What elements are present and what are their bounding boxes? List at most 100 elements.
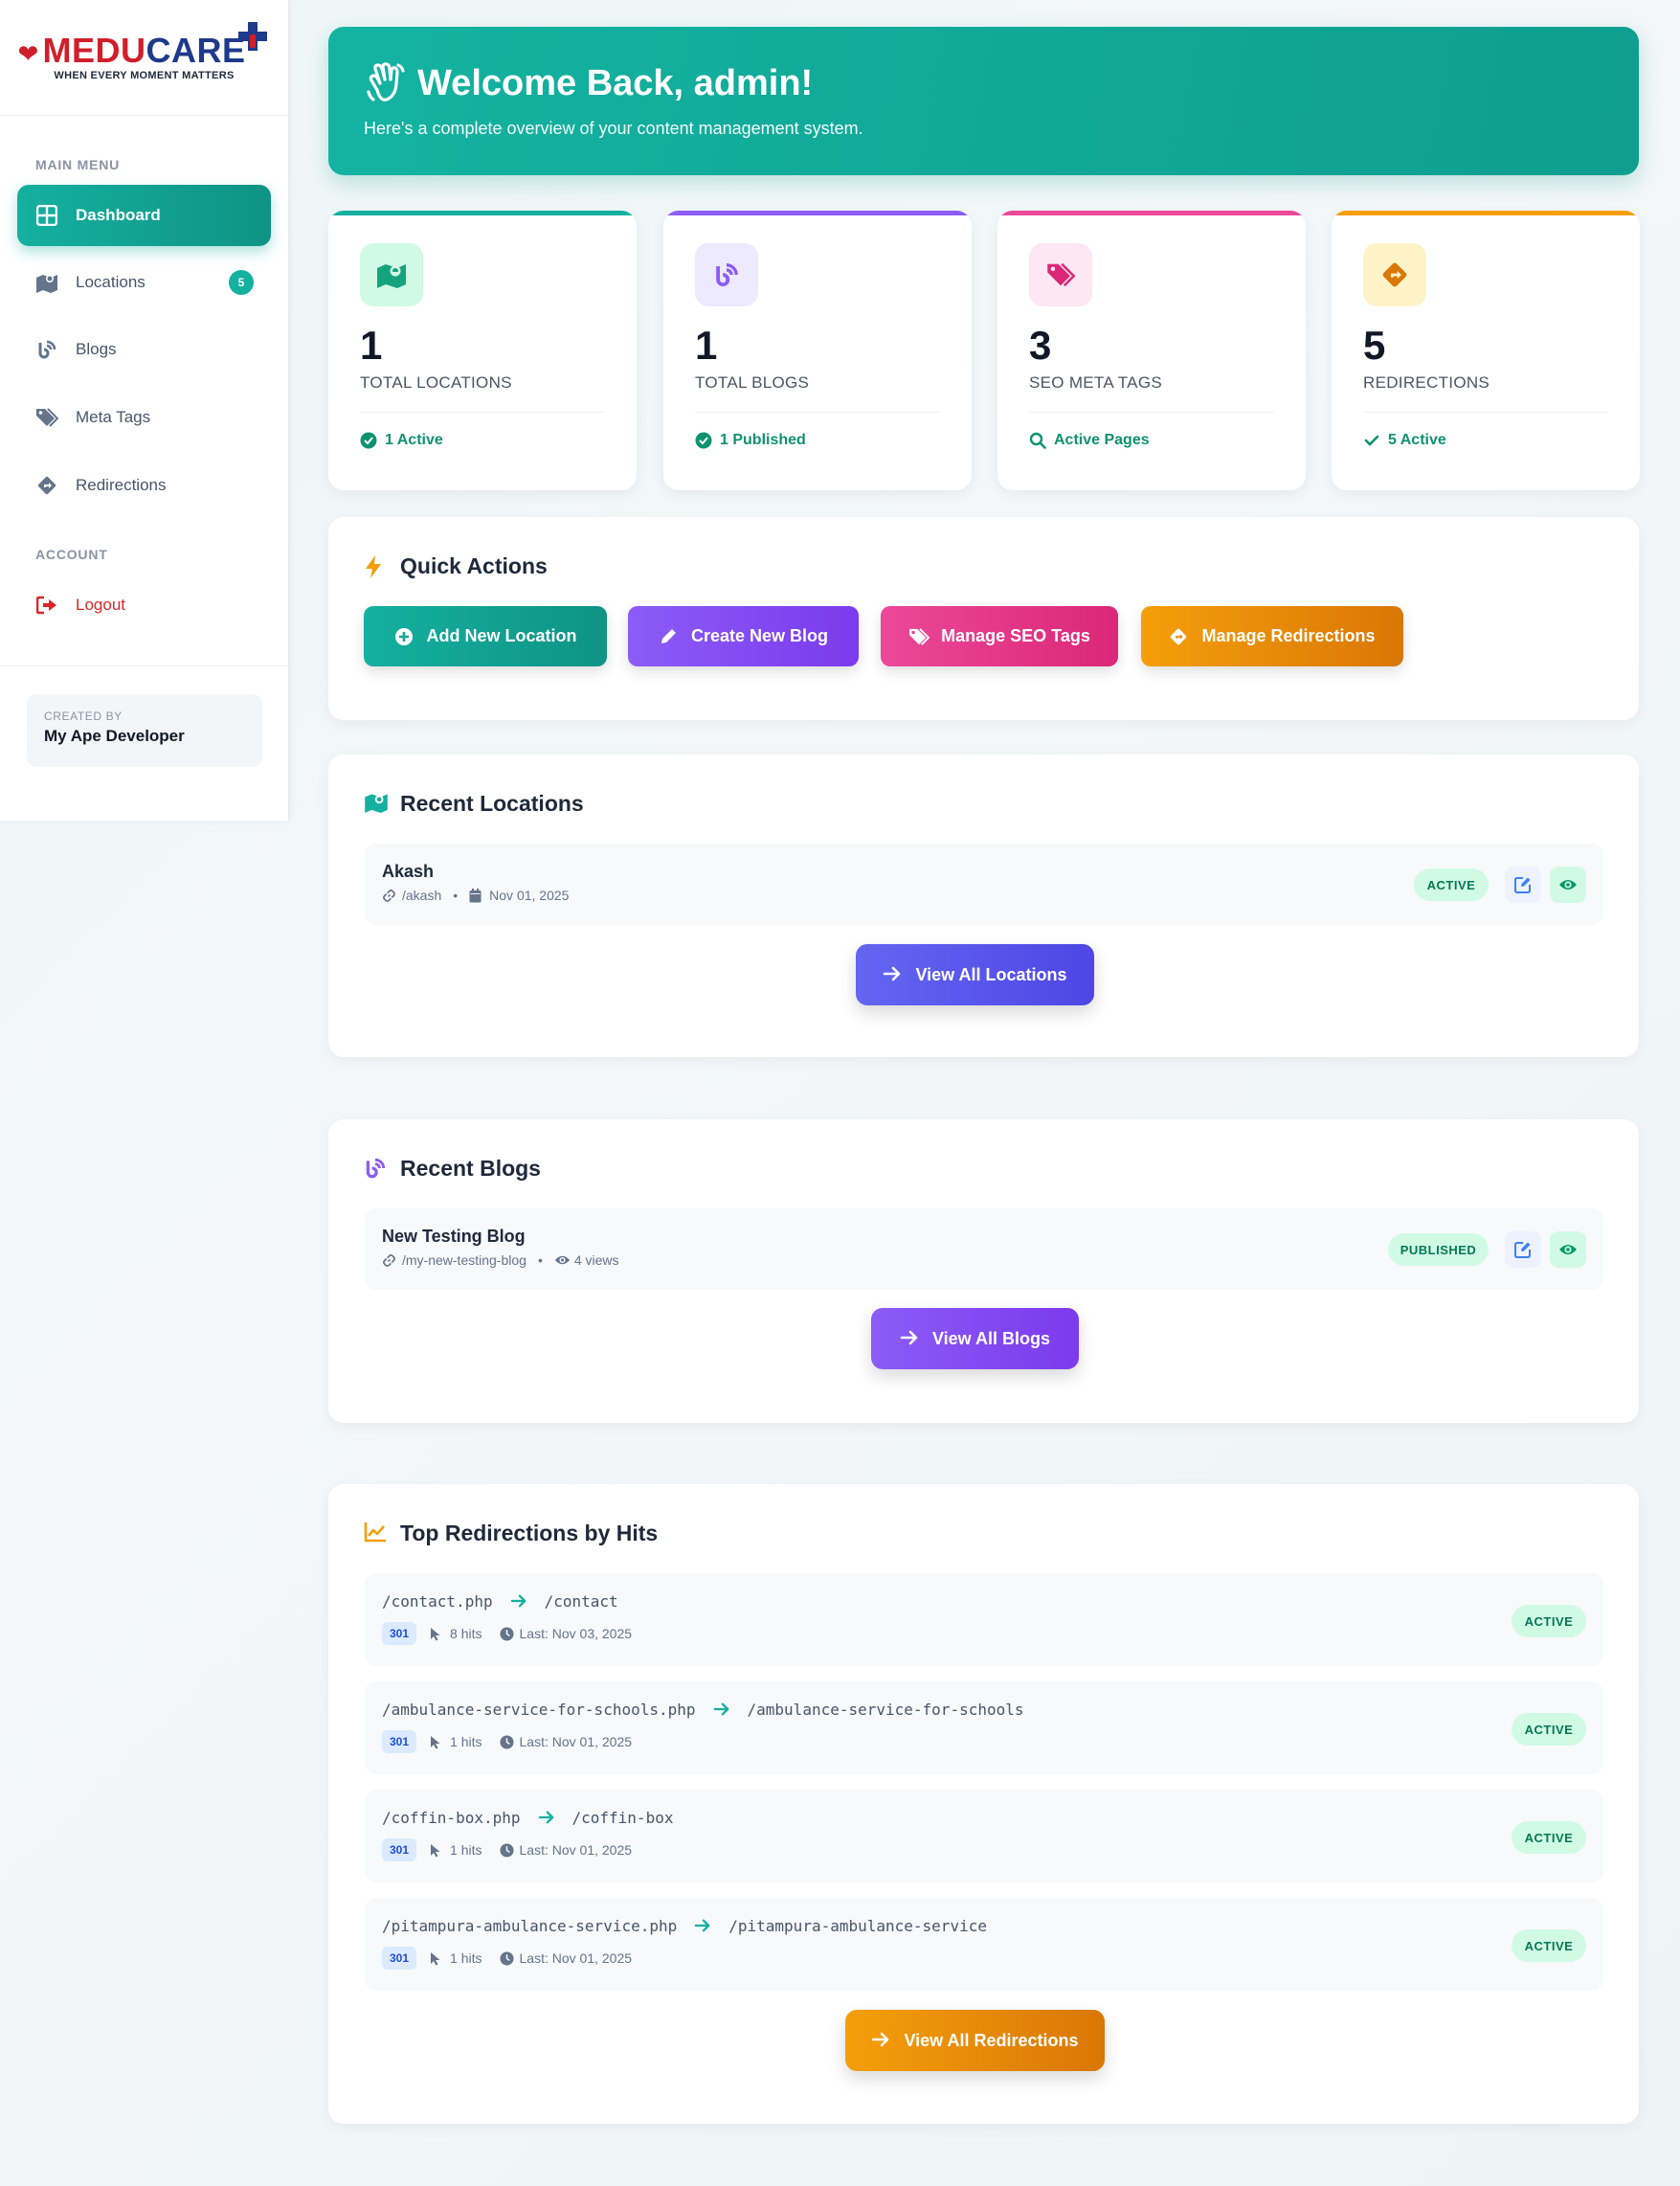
divider (1363, 412, 1608, 413)
status-badge: ACTIVE (1512, 1929, 1586, 1962)
sidebar-divider (0, 665, 289, 666)
separator-dot: • (537, 1252, 543, 1268)
locations-count-badge: 5 (229, 270, 254, 295)
sidebar-item-dashboard[interactable]: Dashboard (17, 185, 271, 246)
redirect-meta: 301 1 hits Last: Nov 01, 2025 (382, 1838, 632, 1861)
welcome-heading: Welcome Back, admin! (364, 61, 1603, 105)
stat-card-redirections: 5 REDIRECTIONS 5 Active (1332, 211, 1640, 490)
brand-logo[interactable]: ❤ MEDUCARE WHEN EVERY MOMENT MATTERS (17, 22, 267, 81)
stat-footer: Active Pages (1029, 432, 1274, 449)
welcome-title: Welcome Back, admin! (417, 62, 814, 103)
lightning-icon (364, 554, 389, 579)
redirect-hits: 1 hits (450, 1950, 482, 1966)
manage-redirections-button[interactable]: Manage Redirections (1141, 606, 1403, 666)
stat-footer-text: 5 Active (1388, 432, 1446, 448)
divider (1029, 412, 1274, 413)
sidebar-item-blogs[interactable]: Blogs (17, 319, 271, 380)
redirection-row[interactable]: /ambulance-service-for-schools.php /ambu… (365, 1681, 1603, 1774)
check-icon (1363, 432, 1380, 449)
redirect-from: /ambulance-service-for-schools.php (382, 1701, 696, 1719)
eye-icon (1559, 1245, 1577, 1254)
redirect-last: Last: Nov 03, 2025 (519, 1626, 633, 1641)
view-all-blogs-button[interactable]: View All Blogs (871, 1308, 1079, 1369)
quick-actions-title: Quick Actions (400, 553, 548, 578)
view-all-redirections-button[interactable]: View All Redirections (845, 2010, 1105, 2071)
view-button[interactable] (1550, 867, 1586, 903)
stat-footer: 1 Active (360, 432, 605, 449)
brand-name-part1: MEDU (42, 31, 146, 70)
status-code-badge: 301 (382, 1838, 417, 1861)
top-redirections-heading: Top Redirections by Hits (364, 1521, 658, 1546)
arrow-right-icon (883, 965, 902, 984)
recent-locations-heading: Recent Locations (364, 791, 584, 817)
sidebar-item-locations[interactable]: Locations 5 (17, 252, 271, 313)
view-button[interactable] (1550, 1231, 1586, 1268)
recent-locations-title: Recent Locations (400, 791, 584, 816)
redirect-meta: 301 8 hits Last: Nov 03, 2025 (382, 1622, 632, 1645)
stat-value: 3 (1029, 323, 1052, 368)
stat-value: 1 (695, 323, 718, 368)
sidebar-item-label: Dashboard (76, 206, 161, 224)
location-slug: /akash (402, 888, 442, 903)
plus-circle-icon (394, 627, 414, 646)
status-badge: ACTIVE (1512, 1605, 1586, 1637)
status-badge: ACTIVE (1414, 868, 1489, 901)
arrow-right-icon (713, 1701, 730, 1719)
stat-card-accent (328, 211, 637, 215)
brand-name-part2: CARE (146, 31, 246, 70)
blog-icon (695, 243, 758, 306)
redirection-row[interactable]: /contact.php /contact 301 8 hits Last: N… (365, 1573, 1603, 1666)
sidebar-item-redirections[interactable]: Redirections (17, 455, 271, 516)
button-label: Create New Blog (690, 626, 829, 645)
stat-footer: 1 Published (695, 432, 940, 449)
redirect-meta: 301 1 hits Last: Nov 01, 2025 (382, 1947, 632, 1970)
redirect-last: Last: Nov 01, 2025 (519, 1734, 633, 1749)
logout-button[interactable]: Logout (17, 575, 271, 636)
map-icon (35, 271, 58, 294)
redirection-row[interactable]: /pitampura-ambulance-service.php /pitamp… (365, 1898, 1603, 1991)
edit-button[interactable] (1505, 867, 1541, 903)
welcome-subtitle: Here's a complete overview of your conte… (364, 119, 863, 138)
arrow-right-icon (900, 1329, 919, 1348)
edit-button[interactable] (1505, 1231, 1541, 1268)
stat-value: 5 (1363, 323, 1386, 368)
redirect-hits: 1 hits (450, 1734, 482, 1749)
recent-blogs-title: Recent Blogs (400, 1156, 541, 1181)
arrow-right-icon (694, 1918, 711, 1935)
button-label: Manage Redirections (1201, 626, 1376, 645)
stat-footer: 5 Active (1363, 432, 1608, 449)
view-all-locations-button[interactable]: View All Locations (856, 944, 1094, 1005)
blog-meta: /my-new-testing-blog • 4 views (382, 1252, 619, 1268)
clock-icon (499, 1950, 514, 1966)
logout-label: Logout (76, 596, 125, 614)
redirection-row[interactable]: /coffin-box.php /coffin-box 301 1 hits L… (365, 1790, 1603, 1882)
top-redirections-title: Top Redirections by Hits (400, 1521, 659, 1545)
welcome-banner: Welcome Back, admin! Here's a complete o… (328, 27, 1639, 175)
manage-seo-tags-button[interactable]: Manage SEO Tags (881, 606, 1118, 666)
blog-title: New Testing Blog (382, 1227, 526, 1246)
stat-card-blogs: 1 TOTAL BLOGS 1 Published (663, 211, 972, 490)
sidebar-item-label: Redirections (76, 476, 167, 494)
account-label: ACCOUNT (35, 547, 108, 562)
map-icon (364, 792, 389, 817)
create-blog-button[interactable]: Create New Blog (628, 606, 859, 666)
sidebar-item-label: Locations (76, 273, 146, 291)
redirect-from: /contact.php (382, 1592, 493, 1611)
clock-icon (499, 1842, 514, 1858)
sidebar-item-meta-tags[interactable]: Meta Tags (17, 387, 271, 448)
recent-blogs-heading: Recent Blogs (364, 1156, 541, 1182)
dashboard-icon (35, 204, 58, 227)
sidebar-item-label: Meta Tags (76, 408, 151, 426)
tags-icon (908, 627, 930, 646)
redirect-last: Last: Nov 01, 2025 (519, 1842, 633, 1858)
add-location-button[interactable]: Add New Location (364, 606, 607, 666)
calendar-icon (469, 888, 483, 903)
divider (360, 412, 605, 413)
redirect-icon (35, 474, 58, 497)
status-badge: ACTIVE (1512, 1821, 1586, 1854)
divider (695, 412, 940, 413)
redirect-hits: 1 hits (450, 1842, 482, 1858)
status-badge: ACTIVE (1512, 1713, 1586, 1746)
map-icon (360, 243, 423, 306)
stat-card-accent (997, 211, 1306, 215)
